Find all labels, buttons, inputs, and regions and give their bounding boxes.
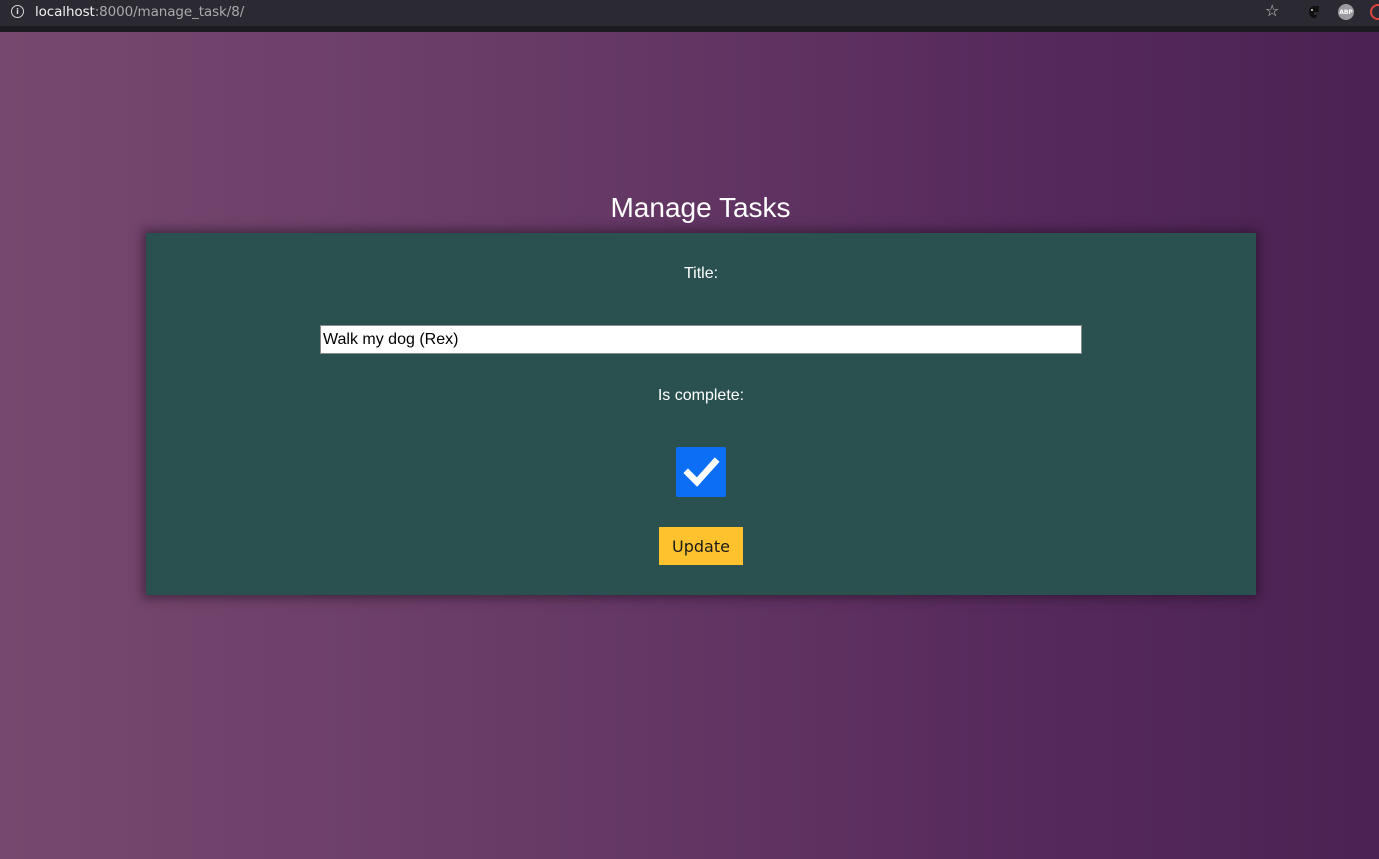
page-background: Manage Tasks Title: Is complete: Update [0,32,1379,859]
manage-task-form: Title: Is complete: Update [146,233,1256,595]
checkmark-icon [683,457,720,487]
title-label: Title: [683,265,719,282]
title-input[interactable] [320,325,1082,354]
url-path: :8000/manage_task/8/ [94,4,245,20]
is-complete-checkbox[interactable] [676,447,726,497]
page-title: Manage Tasks [610,192,791,223]
adblock-icon[interactable]: ABP [1338,4,1354,20]
info-icon[interactable]: i [11,5,24,18]
extension-icon[interactable] [1306,4,1322,20]
url-host: localhost [35,4,95,20]
browser-toolbar: i localhost:8000/manage_task/8/ ☆ ABP [0,0,1379,26]
extension-icon[interactable] [1370,4,1379,20]
update-button[interactable]: Update [659,527,743,565]
star-icon[interactable]: ☆ [1265,3,1279,19]
is-complete-label: Is complete: [657,387,745,404]
address-bar[interactable]: localhost:8000/manage_task/8/ [35,4,244,20]
